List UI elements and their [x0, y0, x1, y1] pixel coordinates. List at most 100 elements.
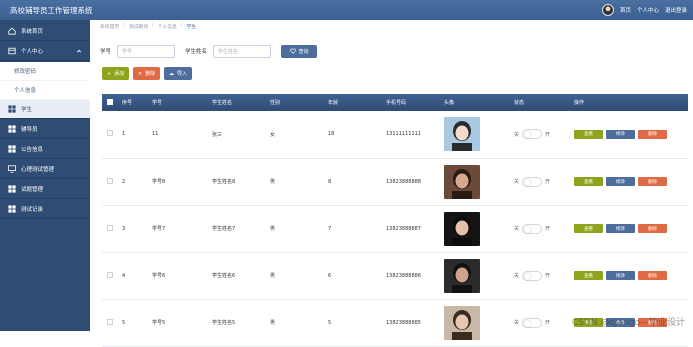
- add-button[interactable]: + 添加: [102, 67, 129, 80]
- view-button[interactable]: 查看: [574, 224, 603, 233]
- delete-row-button[interactable]: 删除: [638, 177, 667, 186]
- delete-row-button[interactable]: 删除: [638, 271, 667, 280]
- grid-icon: [8, 105, 16, 113]
- breadcrumb-item[interactable]: 系统首页: [100, 23, 119, 30]
- toggle-off-label: 关: [514, 179, 520, 185]
- grid-icon: [8, 185, 16, 193]
- row-checkbox[interactable]: [107, 130, 113, 137]
- row-student-name: 学生姓名6: [212, 273, 236, 279]
- row-checkbox[interactable]: [107, 318, 113, 325]
- avatar-photo: [444, 211, 480, 246]
- row-student-name: 学生姓名5: [212, 320, 236, 326]
- toggle-off-label: 关: [514, 273, 520, 279]
- delete-row-button[interactable]: 删除: [638, 129, 667, 139]
- row-index: 4: [122, 272, 126, 279]
- row-gender: 女: [270, 131, 276, 138]
- toggle-on-label: 开: [545, 320, 551, 326]
- toggle-switch[interactable]: [522, 270, 543, 281]
- row-checkbox[interactable]: [107, 271, 113, 278]
- sidebar-item-personal-info[interactable]: 个人信息: [0, 81, 90, 100]
- view-button[interactable]: 查看: [574, 177, 603, 186]
- header-profile-link[interactable]: 个人中心: [637, 6, 659, 14]
- search-button[interactable]: 查询: [281, 44, 318, 58]
- header-nav: 首页 个人中心 退出登录: [601, 3, 687, 17]
- sidebar-item-label: 公告信息: [21, 147, 44, 153]
- status-toggle[interactable]: 关 开: [514, 176, 574, 187]
- sidebar-item-label: 辅导员: [21, 127, 38, 133]
- sidebar-item-counselor[interactable]: 辅导员: [0, 120, 90, 139]
- table-row[interactable]: 3 学号7 学生姓名7 男 7 13823888887 关 开 查看 修改 删除: [102, 205, 688, 252]
- row-student-name: 学生姓名7: [212, 226, 236, 232]
- status-toggle[interactable]: 关 开: [514, 270, 574, 281]
- sidebar-item-psych-test[interactable]: 心理测试管理: [0, 160, 90, 179]
- table-row[interactable]: 4 学号6 学生姓名6 男 6 13823888886 关 开 查看 修改 删除: [102, 252, 688, 299]
- table-row[interactable]: 2 学号8 学生姓名8 男 8 13823888888 关 开 查看 修改 删除: [102, 158, 688, 205]
- breadcrumb-item[interactable]: 个人信息: [158, 23, 177, 30]
- monitor-icon: [8, 165, 16, 173]
- student-no-input[interactable]: 学号: [117, 44, 176, 58]
- row-student-no: 学号6: [152, 273, 166, 279]
- row-student-name: 张三: [212, 131, 223, 138]
- sidebar-item-label: 修改密码: [14, 69, 37, 75]
- cloud-icon: ☁: [168, 70, 174, 77]
- toggle-switch[interactable]: [522, 317, 543, 328]
- sidebar-item-test-records[interactable]: 测试记录: [0, 200, 90, 219]
- breadcrumb-item[interactable]: 测试模块: [129, 23, 148, 30]
- home-icon: [8, 27, 16, 35]
- row-index: 5: [122, 319, 126, 326]
- sidebar-item-personal-center[interactable]: 个人中心: [0, 42, 90, 61]
- status-toggle[interactable]: 关 开: [514, 317, 574, 328]
- column-header: 学生姓名: [212, 100, 233, 106]
- table-row[interactable]: 1 11 张三 女 18 13111111111 关 开 查看 修改 删除: [102, 111, 688, 158]
- edit-button[interactable]: 修改: [606, 224, 635, 233]
- edit-button[interactable]: 修改: [606, 177, 635, 186]
- search-bar: 学号 学号 学生姓名 学生姓名 查询: [100, 44, 318, 58]
- column-header: 学号: [152, 100, 163, 106]
- column-header: 手机号码: [386, 100, 407, 106]
- import-button[interactable]: ☁ 导入: [164, 67, 192, 80]
- toggle-switch[interactable]: [522, 129, 543, 140]
- user-avatar[interactable]: [601, 4, 614, 16]
- table-header-row: 序号 学号 学生姓名 性别 年龄 手机号码 头像 状态 操作: [102, 94, 688, 111]
- header-home-link[interactable]: 首页: [620, 6, 631, 14]
- grid-icon: [8, 125, 16, 133]
- sidebar-item-announcements[interactable]: 公告信息: [0, 140, 90, 159]
- sidebar-item-label: 试题管理: [21, 187, 44, 193]
- toggle-switch[interactable]: [522, 223, 543, 234]
- edit-button[interactable]: 修改: [606, 271, 635, 280]
- student-name-input[interactable]: 学生姓名: [213, 44, 272, 58]
- status-toggle[interactable]: 关 开: [514, 129, 574, 140]
- row-phone: 13823888885: [386, 319, 421, 326]
- row-age: 6: [328, 272, 332, 279]
- delete-row-button[interactable]: 删除: [638, 224, 667, 233]
- top-bar: 高校辅导员工作管理系统 首页 个人中心 退出登录: [0, 0, 693, 20]
- row-student-no: 11: [152, 131, 159, 138]
- row-age: 18: [328, 131, 335, 138]
- sidebar-item-home[interactable]: 系统首页: [0, 22, 90, 41]
- row-student-no: 学号8: [152, 179, 166, 185]
- sidebar-item-student[interactable]: 学生: [0, 100, 90, 119]
- sidebar: 系统首页 个人中心 修改密码 个人信息 学生 辅导员 公告信息 心理测试管理 试…: [0, 20, 90, 331]
- sidebar-item-change-password[interactable]: 修改密码: [0, 62, 90, 81]
- row-checkbox[interactable]: [107, 177, 113, 184]
- view-button[interactable]: 查看: [574, 271, 603, 280]
- row-index: 2: [122, 178, 126, 185]
- main-content: 系统首页 / 测试模块 / 个人信息 / 学生 学号 学号 学生姓名 学生姓名 …: [90, 20, 693, 346]
- row-phone: 13823888887: [386, 225, 421, 232]
- select-all-checkbox[interactable]: [107, 98, 113, 105]
- column-header: 状态: [514, 100, 525, 106]
- close-icon: ✕: [137, 70, 143, 77]
- view-button[interactable]: 查看: [574, 129, 603, 139]
- edit-button[interactable]: 修改: [606, 129, 635, 139]
- header-logout-link[interactable]: 退出登录: [665, 6, 687, 14]
- delete-button[interactable]: ✕ 删除: [133, 67, 160, 80]
- row-checkbox[interactable]: [107, 224, 113, 231]
- row-index: 1: [122, 131, 126, 138]
- status-toggle[interactable]: 关 开: [514, 223, 574, 234]
- avatar-photo: [444, 258, 480, 293]
- sidebar-item-label: 系统首页: [21, 29, 44, 35]
- sidebar-item-questions[interactable]: 试题管理: [0, 180, 90, 199]
- toggle-on-label: 开: [545, 273, 551, 279]
- toggle-switch[interactable]: [522, 176, 543, 187]
- row-student-no: 学号5: [152, 320, 166, 326]
